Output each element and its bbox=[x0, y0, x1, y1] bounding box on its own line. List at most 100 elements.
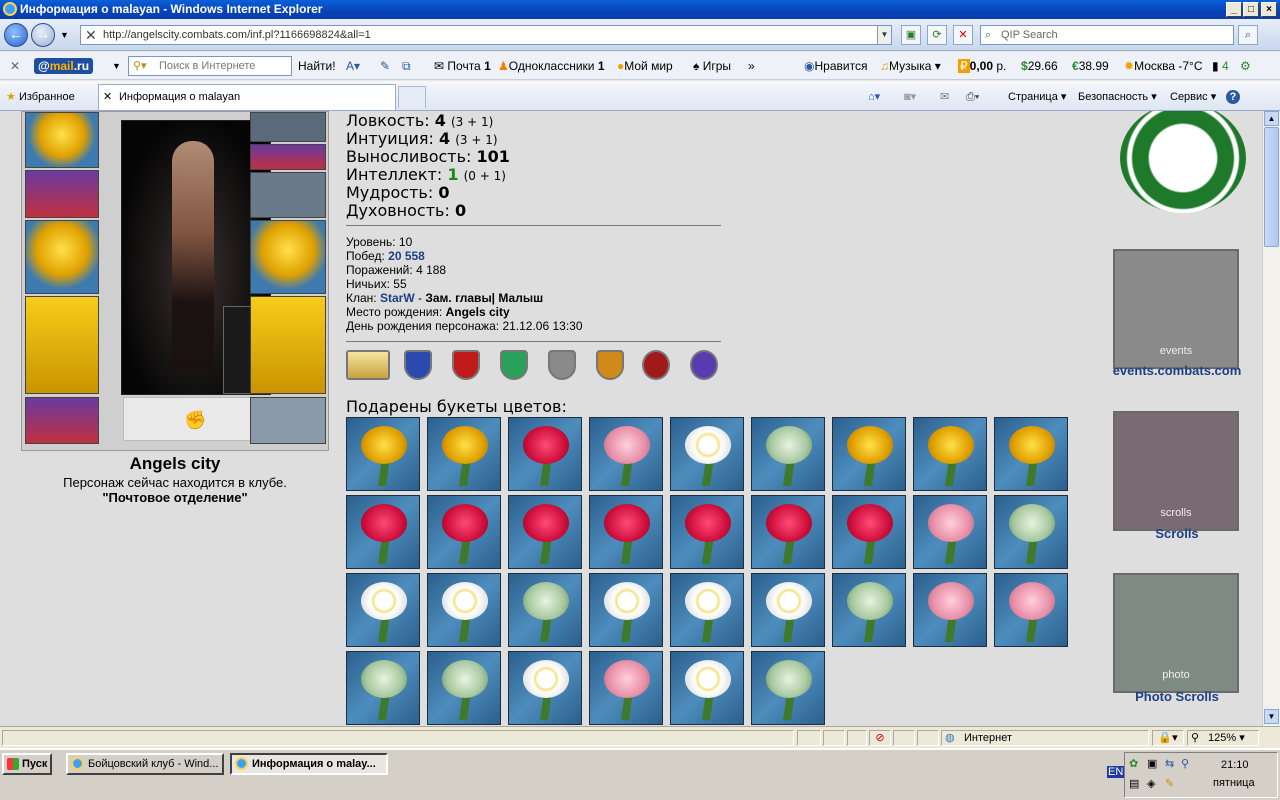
scrolls-link[interactable]: Scrolls bbox=[1087, 526, 1262, 541]
equip-slot-belt[interactable] bbox=[25, 397, 99, 444]
search-go-icon[interactable]: ⌕ bbox=[1238, 25, 1258, 45]
service-menu[interactable]: Сервис ▾ bbox=[1170, 90, 1216, 104]
refresh-icon[interactable]: ⟳ bbox=[927, 25, 947, 45]
mailru-logo[interactable]: @mail.ru bbox=[34, 58, 94, 74]
flower-bouquet-white[interactable] bbox=[670, 651, 744, 725]
flower-bouquet-green[interactable] bbox=[346, 651, 420, 725]
popup-blocker-icon[interactable]: ⊘ bbox=[869, 730, 891, 746]
flower-bouquet-white[interactable] bbox=[670, 573, 744, 647]
equip-slot-bracelet[interactable] bbox=[25, 170, 99, 218]
wins-value[interactable]: 20 558 bbox=[388, 249, 425, 263]
clan-emblem[interactable]: ✊ bbox=[123, 397, 268, 441]
equip-slot-weapon[interactable] bbox=[25, 220, 99, 294]
character-avatar[interactable] bbox=[121, 120, 271, 395]
events-banner[interactable]: events bbox=[1113, 249, 1239, 369]
flower-bouquet-green[interactable] bbox=[994, 495, 1068, 569]
print-icon[interactable]: ⎙▾ bbox=[966, 90, 979, 104]
toolbar-more-icon[interactable]: » bbox=[748, 58, 755, 74]
toolbar-close-icon[interactable]: ✕ bbox=[10, 58, 20, 74]
flower-bouquet-white[interactable] bbox=[427, 573, 501, 647]
green-shield-badge-icon[interactable] bbox=[500, 350, 528, 380]
flower-bouquet-white[interactable] bbox=[346, 573, 420, 647]
equip-slot-shield[interactable] bbox=[250, 220, 326, 294]
flower-bouquet-pink[interactable] bbox=[589, 651, 663, 725]
flower-bouquet-green[interactable] bbox=[508, 573, 582, 647]
flower-bouquet-green[interactable] bbox=[832, 573, 906, 647]
orange-shield-badge-icon[interactable] bbox=[596, 350, 624, 380]
language-indicator[interactable]: EN bbox=[1107, 766, 1125, 778]
stop-icon[interactable]: ✕ bbox=[953, 25, 973, 45]
scroll-thumb[interactable] bbox=[1264, 127, 1279, 247]
taskbar-item-club[interactable]: Бойцовский клуб - Wind... bbox=[66, 753, 224, 775]
grey-shield-badge-icon[interactable] bbox=[548, 350, 576, 380]
favorites-button[interactable]: ★ Избранное bbox=[6, 90, 75, 104]
red-shield-badge-icon[interactable] bbox=[452, 350, 480, 380]
page-menu[interactable]: Страница ▾ bbox=[1008, 90, 1066, 104]
games-link[interactable]: ♠ Игры bbox=[693, 58, 731, 74]
close-button[interactable]: × bbox=[1261, 2, 1277, 17]
club-logo-icon[interactable] bbox=[1120, 111, 1246, 213]
qip-search-input[interactable]: ⌕ QIP Search bbox=[980, 25, 1234, 45]
flower-bouquet-red[interactable] bbox=[427, 495, 501, 569]
flower-bouquet-white[interactable] bbox=[589, 573, 663, 647]
feeds-icon[interactable]: ◙▾ bbox=[904, 90, 916, 104]
vertical-scrollbar[interactable]: ▲ ▼ bbox=[1262, 111, 1280, 726]
flower-bouquet-yellow[interactable] bbox=[832, 417, 906, 491]
equip-slot-boots[interactable] bbox=[250, 397, 326, 444]
address-dropdown-icon[interactable]: ▼ bbox=[877, 26, 891, 44]
highlight-icon[interactable]: ✎ bbox=[380, 58, 390, 74]
blue-shield-badge-icon[interactable] bbox=[404, 350, 432, 380]
flower-bouquet-red[interactable] bbox=[589, 495, 663, 569]
equip-slot-armor[interactable] bbox=[25, 296, 99, 394]
spell-icon[interactable]: A▾ bbox=[346, 58, 360, 74]
mailru-search-input[interactable]: ⚲▾ Поиск в Интернете bbox=[128, 56, 292, 76]
clock-time[interactable]: 21:10 bbox=[1221, 759, 1249, 771]
moymir-link[interactable]: ●Мой мир bbox=[617, 58, 673, 74]
equip-slot-gloves[interactable] bbox=[250, 172, 326, 218]
flower-bouquet-pink[interactable] bbox=[913, 495, 987, 569]
read-mail-icon[interactable]: ✉ bbox=[940, 90, 949, 104]
scroll-up-icon[interactable]: ▲ bbox=[1264, 111, 1279, 126]
maximize-button[interactable]: □ bbox=[1243, 2, 1259, 17]
flower-bouquet-green[interactable] bbox=[427, 651, 501, 725]
photo-scrolls-banner[interactable]: photo bbox=[1113, 573, 1239, 693]
tray-search-icon[interactable]: ⚲ bbox=[1181, 757, 1189, 770]
forward-button[interactable]: → bbox=[31, 23, 55, 47]
flower-bouquet-white[interactable] bbox=[670, 417, 744, 491]
compat-view-icon[interactable]: ▣ bbox=[901, 25, 921, 45]
photo-scrolls-link[interactable]: Photo Scrolls bbox=[1087, 689, 1262, 704]
logo-dropdown-icon[interactable]: ▼ bbox=[112, 58, 121, 74]
tray-icon[interactable]: ▤ bbox=[1129, 777, 1139, 790]
equip-slot-rings[interactable] bbox=[250, 144, 326, 170]
new-tab-button[interactable] bbox=[398, 86, 426, 108]
security-menu[interactable]: Безопасность ▾ bbox=[1078, 90, 1157, 104]
flower-bouquet-red[interactable] bbox=[508, 495, 582, 569]
scroll-down-icon[interactable]: ▼ bbox=[1264, 709, 1279, 724]
flower-bouquet-red[interactable] bbox=[751, 495, 825, 569]
minimize-button[interactable]: _ bbox=[1226, 2, 1242, 17]
flower-bouquet-yellow[interactable] bbox=[994, 417, 1068, 491]
eur-rate[interactable]: €38.99 bbox=[1072, 58, 1109, 74]
protected-mode-icon[interactable]: 🔒▾ bbox=[1152, 730, 1184, 746]
mail-link[interactable]: ✉ Почта 1 bbox=[434, 58, 491, 74]
equip-slot-leggings[interactable] bbox=[250, 296, 326, 394]
odnoklassniki-link[interactable]: ♟Одноклассники 1 bbox=[498, 58, 605, 74]
like-link[interactable]: ◉Нравится bbox=[804, 58, 867, 74]
flower-bouquet-pink[interactable] bbox=[994, 573, 1068, 647]
history-dropdown-icon[interactable]: ▼ bbox=[60, 30, 69, 40]
flower-bouquet-yellow[interactable] bbox=[427, 417, 501, 491]
tab-current[interactable]: ✕ Информация о malayan bbox=[98, 84, 396, 110]
tray-icon[interactable]: ◈ bbox=[1147, 777, 1155, 790]
events-link[interactable]: events.combats.com bbox=[1087, 363, 1262, 378]
traffic-widget[interactable]: ▮ 4 bbox=[1212, 58, 1229, 74]
flower-bouquet-red[interactable] bbox=[508, 417, 582, 491]
find-button[interactable]: Найти! bbox=[298, 58, 336, 74]
flower-bouquet-red[interactable] bbox=[346, 495, 420, 569]
flower-bouquet-red[interactable] bbox=[670, 495, 744, 569]
network-icon[interactable]: ⇆ bbox=[1165, 757, 1174, 770]
tray-icon[interactable]: ✎ bbox=[1165, 777, 1174, 790]
flower-bouquet-yellow[interactable] bbox=[913, 417, 987, 491]
screenshot-icon[interactable]: ⧉ bbox=[402, 58, 411, 74]
rings-badge-icon[interactable] bbox=[346, 350, 390, 380]
clan-link[interactable]: StarW bbox=[380, 291, 415, 305]
